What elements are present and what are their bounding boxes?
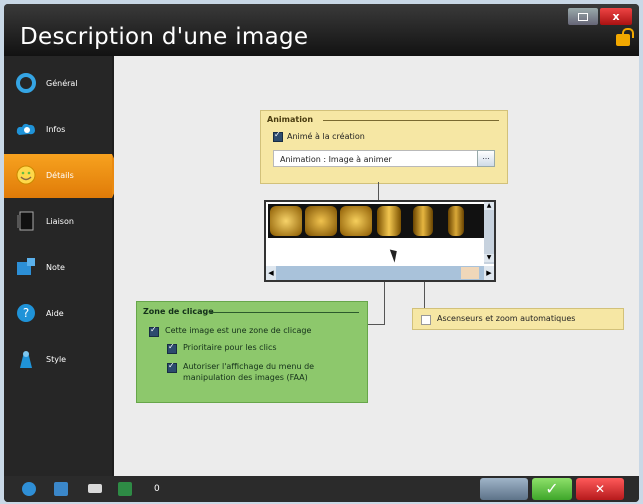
page-icon [17, 211, 34, 231]
sidebar-item-style[interactable]: Style [4, 338, 112, 382]
animation-frames [268, 204, 484, 238]
cross-icon: ✕ [594, 482, 606, 496]
smiley-icon [16, 165, 36, 185]
sidebar-item-general[interactable]: Général [4, 62, 112, 106]
sheet-icon[interactable] [118, 482, 132, 496]
sidebar-item-infos[interactable]: Infos [4, 108, 112, 152]
cancel-button[interactable]: ✕ [576, 478, 624, 500]
lock-icon[interactable] [616, 28, 634, 46]
sidebar-item-label: Aide [46, 309, 64, 318]
connector-line [378, 182, 379, 200]
help-icon: ? [17, 304, 35, 322]
clickzone-title: Zone de clicage [143, 307, 214, 316]
svg-text:?: ? [23, 306, 29, 320]
animation-group: Animation Animé à la création Animation … [260, 110, 508, 184]
connector-line [366, 324, 385, 325]
clickzone-group: Zone de clicage Cette image est une zone… [136, 301, 368, 403]
image-icon[interactable] [54, 482, 68, 496]
auto-scroll-label: Ascenseurs et zoom automatiques [437, 314, 576, 323]
info-icon[interactable] [22, 482, 36, 496]
sidebar-item-note[interactable]: Note [4, 246, 112, 290]
horizontal-scrollbar[interactable]: ◀ ▶ [266, 266, 494, 280]
divider [209, 312, 359, 313]
app-window: Description d'une image x Général Infos … [4, 4, 639, 502]
sidebar-item-label: Liaison [46, 217, 74, 226]
message-icon[interactable] [88, 484, 102, 493]
image-preview: ▲ ▼ ◀ ▶ [264, 200, 496, 282]
ring-icon [16, 73, 36, 93]
scroll-up-icon[interactable]: ▲ [484, 202, 494, 210]
animation-title: Animation [267, 115, 314, 124]
sidebar-item-label: Détails [46, 171, 74, 180]
frame-thumbnail [305, 206, 337, 236]
sidebar-item-aide[interactable]: ? Aide [4, 292, 112, 336]
taskbar: 0 ✓ ✕ [4, 476, 639, 502]
click-priority-checkbox[interactable] [167, 342, 177, 354]
animation-field[interactable]: Animation : Image à animer [273, 150, 479, 167]
palette-icon [20, 351, 32, 368]
frame-thumbnail [413, 206, 433, 236]
puzzle-icon [17, 258, 35, 275]
scroll-thumb[interactable] [461, 267, 479, 279]
sidebar-item-label: Infos [46, 125, 66, 134]
allow-menu-checkbox[interactable] [167, 361, 177, 373]
check-icon: ✓ [545, 479, 559, 498]
scroll-down-icon[interactable]: ▼ [484, 254, 494, 262]
animate-on-create-label: Animé à la création [287, 132, 365, 141]
divider [323, 120, 499, 121]
connector-line [424, 282, 425, 308]
auto-scroll-group: Ascenseurs et zoom automatiques [412, 308, 624, 330]
clickable-zone-label: Cette image est une zone de clicage [165, 326, 312, 335]
sidebar: Général Infos Détails Liaison Note ? Aid… [4, 56, 122, 476]
scroll-left-icon[interactable]: ◀ [266, 266, 276, 280]
scroll-right-icon[interactable]: ▶ [484, 266, 494, 280]
ok-button[interactable]: ✓ [532, 478, 572, 500]
window-title: Description d'une image [20, 24, 309, 50]
frame-thumbnail [377, 206, 401, 236]
maximize-icon [578, 13, 588, 21]
sidebar-item-label: Style [46, 355, 67, 364]
close-button[interactable]: x [600, 8, 632, 25]
frame-thumbnail [270, 206, 302, 236]
details-panel: Animation Animé à la création Animation … [114, 56, 639, 476]
frame-thumbnail [448, 206, 464, 236]
allow-menu-label: Autoriser l'affichage du menu de manipul… [183, 362, 315, 382]
counter-value: 0 [154, 484, 160, 494]
cloud-icon [16, 123, 35, 135]
clickable-zone-checkbox[interactable] [149, 325, 159, 337]
connector-line [384, 282, 385, 324]
animate-on-create-checkbox[interactable] [273, 130, 283, 142]
vertical-scrollbar[interactable]: ▲ ▼ [484, 202, 494, 264]
title-bar: Description d'une image x [4, 4, 639, 56]
frame-thumbnail [340, 206, 372, 236]
maximize-button[interactable] [568, 8, 598, 25]
browse-button[interactable]: ... [477, 150, 495, 167]
sidebar-item-liaison[interactable]: Liaison [4, 200, 112, 244]
sidebar-item-details[interactable]: Détails [4, 154, 122, 198]
auto-scroll-checkbox[interactable] [421, 315, 431, 325]
click-priority-label: Prioritaire pour les clics [183, 343, 277, 352]
sidebar-item-label: Note [46, 263, 65, 272]
sidebar-item-label: Général [46, 79, 78, 88]
apply-button[interactable] [480, 478, 528, 500]
